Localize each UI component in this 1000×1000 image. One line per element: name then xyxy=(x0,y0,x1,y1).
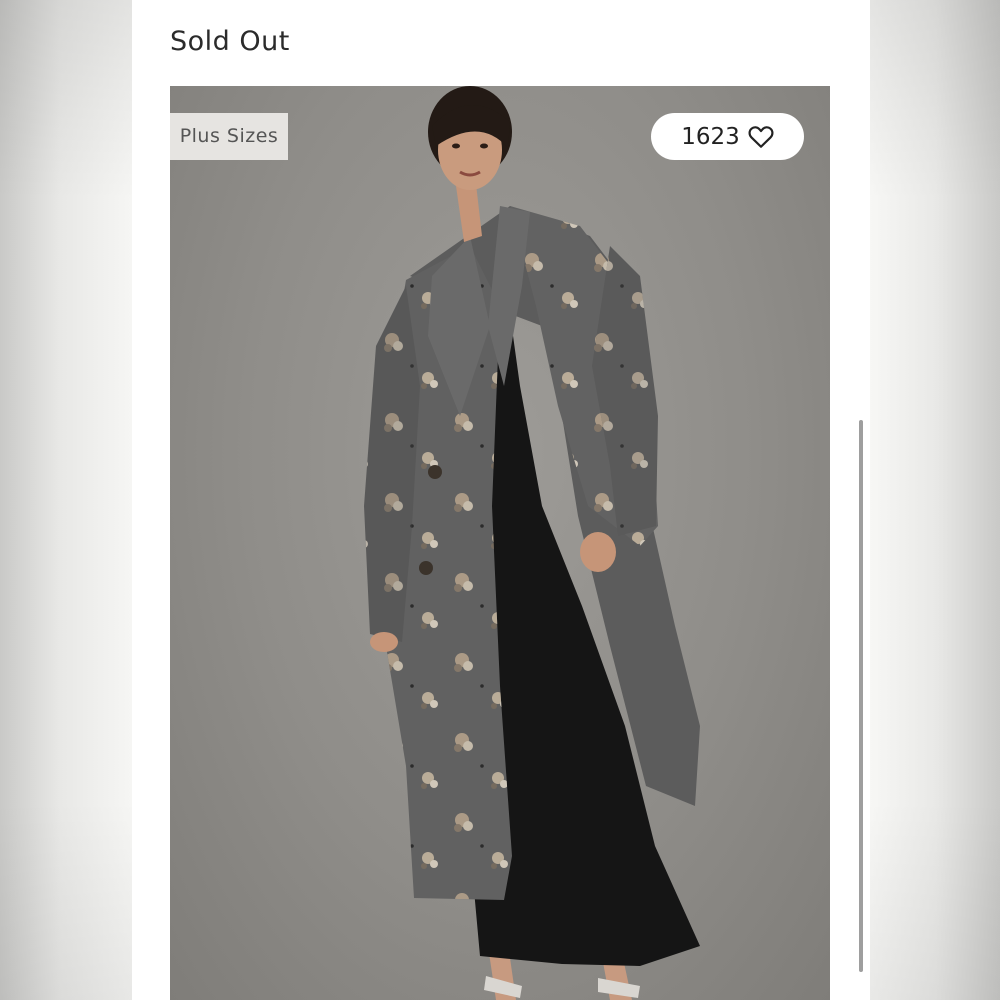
model-illustration xyxy=(364,86,700,1000)
left-backdrop xyxy=(0,0,132,1000)
plus-sizes-badge: Plus Sizes xyxy=(170,113,288,160)
vertical-scrollbar[interactable] xyxy=(859,420,863,972)
like-count: 1623 xyxy=(681,123,740,150)
product-photo[interactable] xyxy=(170,86,830,1000)
like-button[interactable]: 1623 xyxy=(651,113,804,160)
sold-out-label: Sold Out xyxy=(170,26,290,57)
right-backdrop xyxy=(870,0,1000,1000)
heart-icon xyxy=(748,125,774,148)
